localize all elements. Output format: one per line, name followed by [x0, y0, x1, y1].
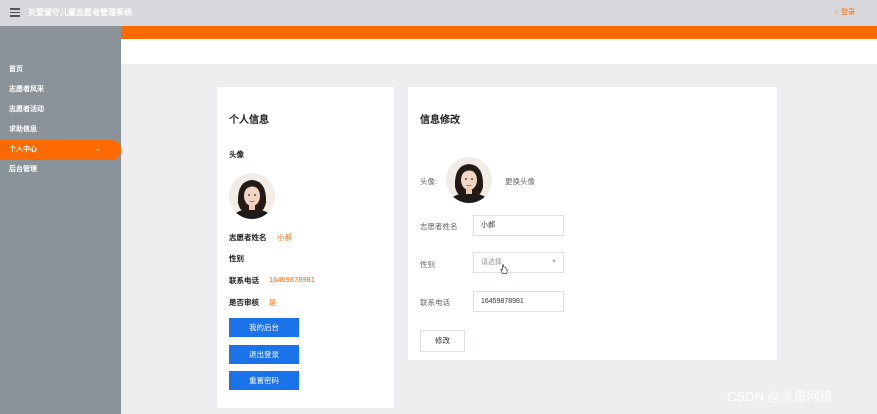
sidebar-item-label: 求助信息 — [9, 126, 37, 133]
edit-gender-label: 性别 — [420, 260, 435, 269]
sidebar-item-label: 首页 — [9, 66, 23, 73]
watermark: CSDN @米恩网络 — [727, 389, 833, 404]
profile-gender-label: 性别 — [229, 254, 244, 263]
login-label: 登录 — [841, 9, 855, 16]
profile-title: 个人信息 — [229, 115, 269, 126]
reset-password-button[interactable]: 重置密码 — [229, 371, 299, 390]
phone-input[interactable]: 16459878981 — [473, 291, 564, 312]
profile-audit-value: 是 — [269, 298, 277, 307]
my-dashboard-button[interactable]: 我的后台 — [229, 318, 299, 337]
gender-select-placeholder: 请选择 — [481, 259, 502, 266]
app-title: 关爱留守儿童志愿者管理系统 — [28, 8, 132, 17]
sidebar: 首页 志愿者风采 志愿者活动 求助信息 个人中心 ⌄ 后台管理 — [0, 26, 121, 414]
profile-phone-value: 16459878981 — [269, 275, 315, 284]
profile-phone-label: 联系电话 — [229, 276, 259, 285]
top-bar: 关爱留守儿童志愿者管理系统 ♂ 登录 — [0, 0, 877, 26]
edit-title: 信息修改 — [420, 115, 460, 126]
avatar — [229, 173, 275, 219]
sidebar-item-admin[interactable]: 后台管理 — [0, 160, 121, 180]
sidebar-item-label: 志愿者活动 — [9, 106, 44, 113]
sidebar-item-home[interactable]: 首页 — [0, 60, 121, 80]
edit-card: 信息修改 头像: 更换头像 志愿者姓名 小郝 性别 请选择 ▼ 联系电话 164… — [408, 87, 777, 360]
hamburger-icon[interactable] — [10, 8, 20, 17]
logout-button[interactable]: 退出登录 — [229, 345, 299, 364]
sidebar-item-help-requests[interactable]: 求助信息 — [0, 120, 121, 140]
profile-name-value: 小郝 — [277, 233, 292, 242]
edit-name-label: 志愿者姓名 — [420, 222, 458, 231]
chevron-down-icon: ▼ — [551, 259, 557, 265]
profile-avatar-label: 头像 — [229, 150, 244, 159]
profile-name-label: 志愿者姓名 — [229, 233, 267, 242]
profile-card: 个人信息 头像 志愿者姓名 小郝 性别 联系电话 16459878981 是否审… — [217, 87, 394, 408]
sidebar-item-label: 志愿者风采 — [9, 86, 44, 93]
sidebar-item-label: 个人中心 — [9, 146, 37, 153]
sidebar-item-personal-center[interactable]: 个人中心 ⌄ — [0, 140, 121, 160]
user-icon: ♂ — [833, 9, 839, 16]
sidebar-nav: 首页 志愿者风采 志愿者活动 求助信息 个人中心 ⌄ 后台管理 — [0, 60, 121, 180]
name-input[interactable]: 小郝 — [473, 215, 564, 236]
banner-white-strip — [121, 39, 877, 64]
avatar[interactable] — [446, 157, 492, 203]
edit-avatar-label: 头像: — [420, 177, 438, 186]
banner-accent-bar — [121, 26, 877, 39]
submit-edit-button[interactable]: 修改 — [420, 330, 465, 352]
profile-audit-label: 是否审核 — [229, 298, 259, 307]
hand-cursor-icon — [500, 264, 508, 274]
sidebar-item-volunteer-showcase[interactable]: 志愿者风采 — [0, 80, 121, 100]
edit-phone-label: 联系电话 — [420, 298, 450, 307]
gender-select[interactable]: 请选择 ▼ — [473, 252, 564, 273]
login-link[interactable]: ♂ 登录 — [834, 7, 855, 17]
change-avatar-button[interactable]: 更换头像 — [505, 176, 535, 187]
sidebar-item-label: 后台管理 — [9, 166, 37, 173]
chevron-down-icon: ⌄ — [95, 146, 101, 153]
sidebar-item-volunteer-activities[interactable]: 志愿者活动 — [0, 100, 121, 120]
